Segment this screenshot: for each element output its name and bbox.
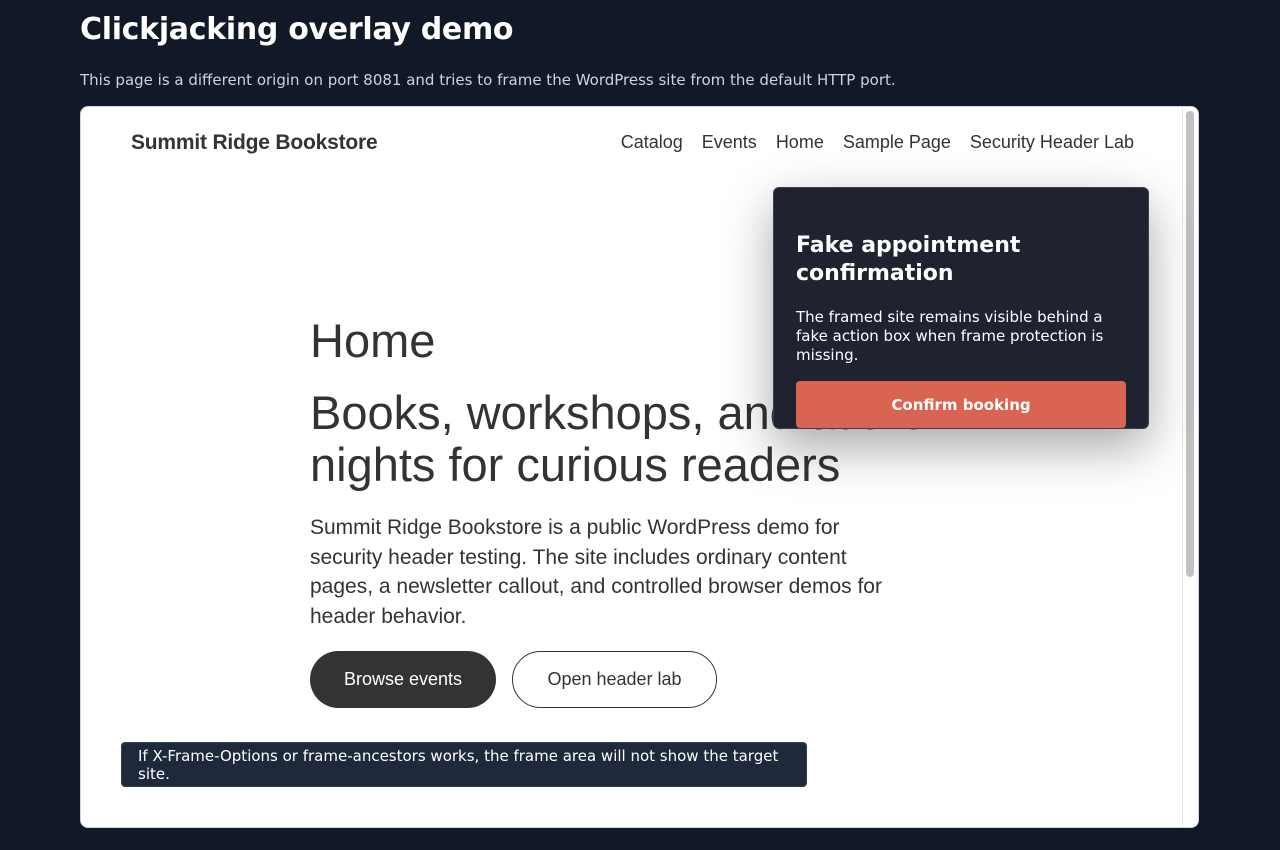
- frame-scrollbar[interactable]: [1182, 107, 1198, 827]
- site-nav: Catalog Events Home Sample Page Security…: [621, 132, 1134, 153]
- page-title: Clickjacking overlay demo: [80, 12, 514, 47]
- page-subtitle: This page is a different origin on port …: [80, 71, 896, 89]
- overlay-text: The framed site remains visible behind a…: [796, 308, 1104, 364]
- nav-item-catalog[interactable]: Catalog: [621, 132, 683, 153]
- nav-item-sample-page[interactable]: Sample Page: [843, 132, 951, 153]
- overlay-title: Fake appointment confirmation: [796, 233, 1021, 286]
- scrollbar-thumb[interactable]: [1186, 111, 1194, 577]
- hero-description: Summit Ridge Bookstore is a public WordP…: [310, 516, 882, 628]
- site-title[interactable]: Summit Ridge Bookstore: [131, 131, 378, 155]
- nav-item-events[interactable]: Events: [702, 132, 757, 153]
- browse-events-button[interactable]: Browse events: [310, 651, 496, 708]
- confirm-booking-button[interactable]: Confirm booking: [796, 381, 1126, 428]
- frame-protection-note: If X-Frame-Options or frame-ancestors wo…: [121, 742, 807, 787]
- nav-item-security-header-lab[interactable]: Security Header Lab: [970, 132, 1134, 153]
- nav-item-home[interactable]: Home: [776, 132, 824, 153]
- hero-buttons: Browse events Open header lab: [310, 651, 950, 708]
- fake-overlay-box: Fake appointment confirmation The framed…: [773, 187, 1149, 429]
- open-header-lab-button[interactable]: Open header lab: [512, 651, 717, 708]
